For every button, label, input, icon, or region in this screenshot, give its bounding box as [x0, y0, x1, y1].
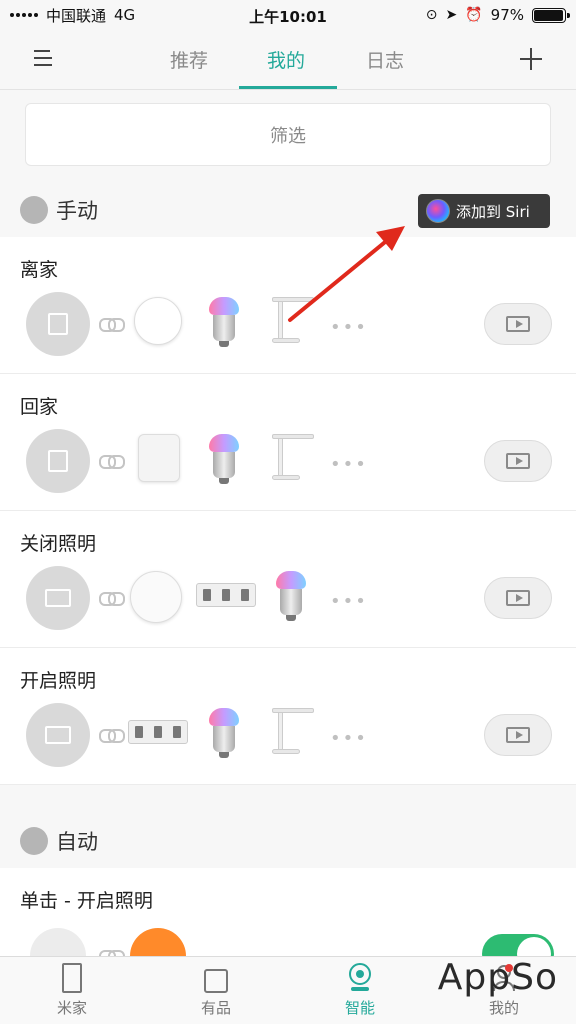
run-scene-button[interactable]	[484, 303, 552, 345]
clock: 上午10:01	[249, 8, 327, 26]
tab-smart-label: 智能	[344, 999, 375, 1017]
add-to-siri-button[interactable]: 添加到 Siri	[418, 194, 550, 228]
door-icon	[62, 963, 82, 993]
more-icon: •••	[330, 317, 368, 338]
location-icon: ➤	[445, 7, 458, 23]
scene-title: 开启照明	[20, 670, 97, 692]
tab-youpin[interactable]: 有品	[144, 957, 288, 1024]
network-label: 4G	[114, 6, 136, 24]
play-icon	[506, 453, 530, 469]
bulb-icon	[209, 297, 239, 351]
tab-log[interactable]: 日志	[366, 46, 404, 73]
more-icon: •••	[330, 591, 368, 612]
automation-title: 单击 - 开启照明	[20, 890, 153, 912]
tab-youpin-label: 有品	[200, 999, 231, 1017]
robot-icon	[20, 827, 48, 855]
bulb-icon	[209, 708, 239, 762]
scene-card[interactable]: 开启照明 •••	[0, 648, 576, 785]
bulb-icon	[276, 571, 306, 625]
run-scene-button[interactable]	[484, 577, 552, 619]
battery-percent: 97%	[490, 6, 524, 24]
bulb-icon	[209, 434, 239, 488]
scene-card[interactable]: 关闭照明 •••	[0, 511, 576, 648]
play-icon	[506, 590, 530, 606]
leave-home-icon	[26, 292, 90, 356]
menu-icon[interactable]	[34, 50, 56, 68]
automation-card[interactable]: 单击 - 开启照明	[0, 868, 576, 984]
arrive-home-icon	[26, 429, 90, 493]
light-switch-icon	[26, 566, 90, 630]
tab-mine[interactable]: 我的	[267, 46, 305, 73]
scene-list: 离家 ••• 回家 ••• 关闭照明 ••• 开启照明 •••	[0, 237, 576, 785]
tab-mijia-label: 米家	[56, 999, 87, 1017]
gateway-icon	[130, 571, 182, 623]
filter-label: 筛选	[270, 125, 306, 147]
status-bar: 中国联通 4G 上午10:01 ⊙ ➤ ⏰ 97%	[0, 0, 576, 30]
auto-section-title: 自动	[56, 830, 98, 854]
manual-section-title: 手动	[56, 199, 98, 223]
camera-icon	[347, 963, 373, 993]
play-icon	[506, 727, 530, 743]
auto-section-header: 自动	[0, 814, 576, 868]
tab-recommend[interactable]: 推荐	[170, 46, 208, 73]
manual-section-header: 手动 添加到 Siri	[0, 183, 576, 237]
filter-button[interactable]: 筛选	[25, 103, 551, 166]
shopping-bag-icon	[204, 969, 228, 993]
more-icon: •••	[330, 728, 368, 749]
wall-socket-icon	[138, 434, 180, 482]
orientation-lock-icon: ⊙	[425, 7, 438, 23]
signal-icon	[10, 13, 38, 17]
link-icon	[99, 455, 125, 469]
scene-title: 离家	[20, 259, 59, 281]
battery-icon	[532, 7, 570, 23]
hand-tap-icon	[20, 196, 48, 224]
power-strip-icon	[128, 720, 188, 744]
scene-card[interactable]: 回家 •••	[0, 374, 576, 511]
more-icon: •••	[330, 454, 368, 475]
carrier-label: 中国联通	[46, 6, 107, 25]
tab-smart[interactable]: 智能	[288, 957, 432, 1024]
add-to-siri-label: 添加到 Siri	[456, 202, 530, 221]
link-icon	[99, 729, 125, 743]
desk-lamp-icon	[272, 297, 316, 343]
tab-mijia[interactable]: 米家	[0, 957, 144, 1024]
run-scene-button[interactable]	[484, 714, 552, 756]
top-nav: 推荐 我的 日志	[0, 30, 576, 90]
link-icon	[99, 318, 125, 332]
link-icon	[99, 592, 125, 606]
desk-lamp-icon	[272, 434, 316, 480]
run-scene-button[interactable]	[484, 440, 552, 482]
play-icon	[506, 316, 530, 332]
watermark: AppSo	[437, 957, 558, 998]
power-strip-icon	[196, 583, 256, 607]
plus-icon[interactable]	[520, 48, 542, 70]
siri-icon	[426, 199, 450, 223]
scene-title: 回家	[20, 396, 59, 418]
light-switch-icon	[26, 703, 90, 767]
tab-profile-label: 我的	[488, 999, 519, 1017]
smart-plug-icon	[134, 297, 182, 345]
active-tab-indicator	[239, 86, 337, 89]
desk-lamp-icon	[272, 708, 316, 754]
scene-card[interactable]: 离家 •••	[0, 237, 576, 374]
alarm-icon: ⏰	[465, 7, 483, 23]
scene-title: 关闭照明	[20, 533, 97, 555]
